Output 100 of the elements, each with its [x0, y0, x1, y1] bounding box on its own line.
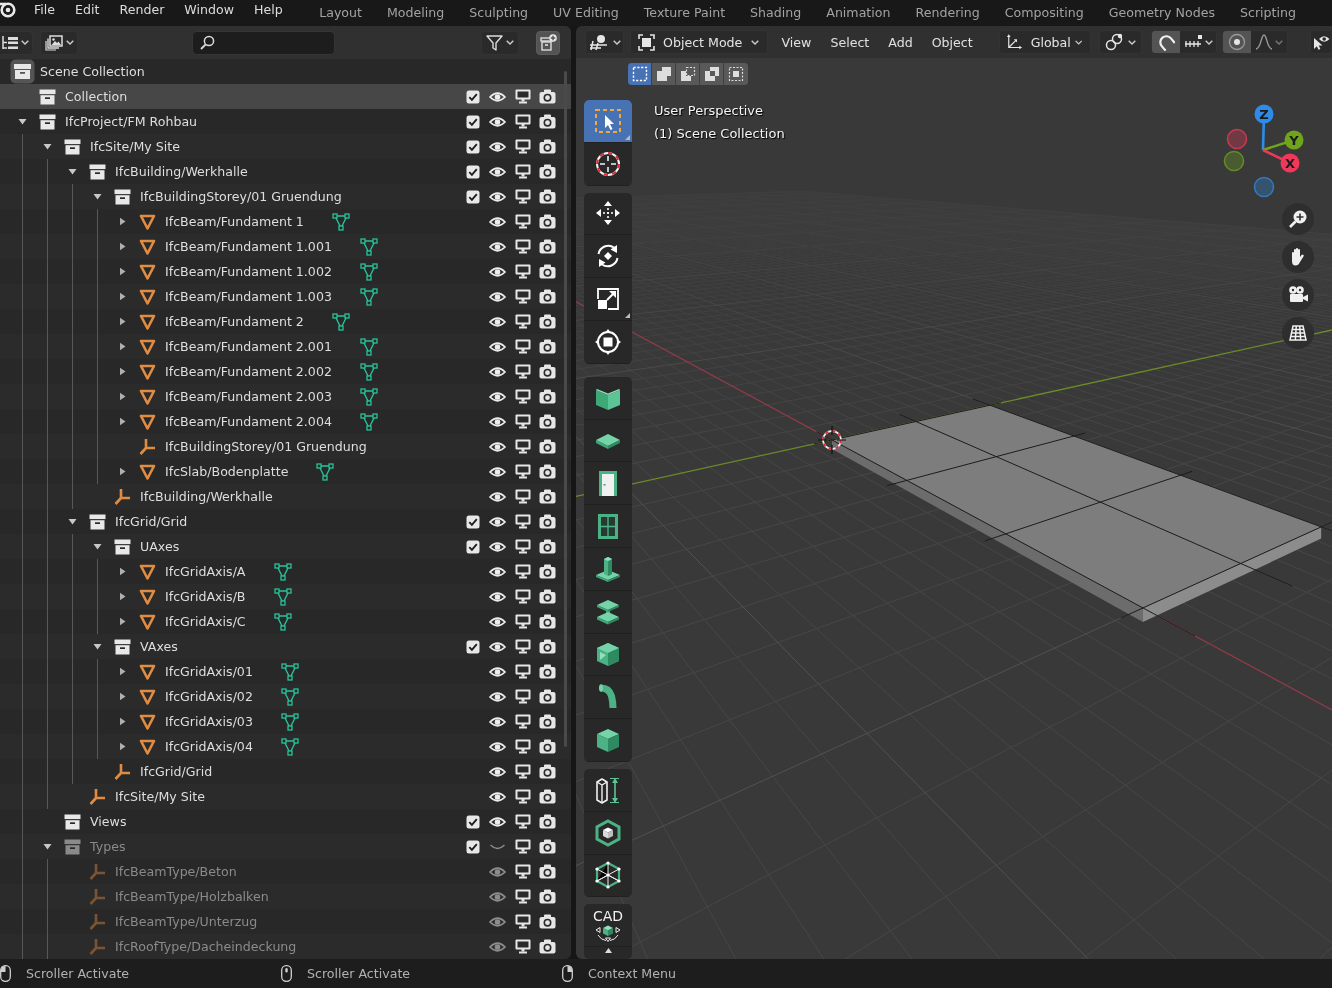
camera-icon[interactable] [539, 439, 556, 454]
menu-item[interactable]: Render [109, 0, 175, 18]
selection-mode-button[interactable] [652, 63, 676, 85]
monitor-icon[interactable] [514, 539, 531, 554]
exclude-checkbox[interactable] [465, 89, 480, 104]
disclosure-triangle-icon[interactable] [118, 467, 127, 476]
monitor-icon[interactable] [514, 564, 531, 579]
monitor-icon[interactable] [514, 914, 531, 929]
camera-icon[interactable] [539, 539, 556, 554]
proportional-edit-toggle[interactable] [1223, 31, 1252, 53]
filter-dropdown[interactable] [481, 30, 519, 55]
mesh-data-icon[interactable] [273, 562, 292, 581]
mesh-data-icon[interactable] [316, 462, 335, 481]
grid-axis-line[interactable] [1120, 521, 1332, 619]
camera-icon[interactable] [539, 314, 556, 329]
mesh-data-icon[interactable] [280, 737, 299, 756]
monitor-icon[interactable] [514, 464, 531, 479]
camera-icon[interactable] [539, 214, 556, 229]
exclude-checkbox[interactable] [465, 514, 480, 529]
disclosure-triangle-icon[interactable] [118, 292, 127, 301]
mesh-data-icon[interactable] [359, 362, 378, 381]
menu-item[interactable]: View [772, 30, 821, 54]
editor-type-dropdown[interactable] [585, 30, 624, 54]
menu-item[interactable]: Edit [65, 0, 110, 18]
camera-icon[interactable] [539, 189, 556, 204]
mesh-data-icon[interactable] [359, 412, 378, 431]
camera-icon[interactable] [539, 514, 556, 529]
monitor-icon[interactable] [514, 414, 531, 429]
workspace-tab[interactable]: UV Editing [540, 0, 632, 24]
disclosure-triangle-icon[interactable] [43, 142, 52, 151]
selection-mode-button[interactable] [676, 63, 700, 85]
monitor-icon[interactable] [514, 789, 531, 804]
grid-axis-line[interactable] [886, 432, 1086, 487]
disclosure-triangle-icon[interactable] [118, 242, 127, 251]
selection-mode-button[interactable] [628, 63, 652, 85]
monitor-icon[interactable] [514, 439, 531, 454]
camera-icon[interactable] [539, 589, 556, 604]
monitor-icon[interactable] [514, 339, 531, 354]
workspace-tab[interactable]: Modeling [374, 0, 457, 24]
camera-icon[interactable] [539, 614, 556, 629]
mesh-data-icon[interactable] [273, 587, 292, 606]
monitor-icon[interactable] [514, 764, 531, 779]
camera-icon[interactable] [539, 714, 556, 729]
camera-icon[interactable] [539, 639, 556, 654]
monitor-icon[interactable] [514, 864, 531, 879]
menu-item[interactable]: Help [243, 0, 293, 18]
cad-tool[interactable]: CAD [584, 904, 632, 948]
mesh-data-icon[interactable] [359, 287, 378, 306]
monitor-icon[interactable] [514, 164, 531, 179]
monitor-icon[interactable] [514, 139, 531, 154]
disclosure-triangle-icon[interactable] [118, 392, 127, 401]
camera-icon[interactable] [539, 239, 556, 254]
monitor-icon[interactable] [514, 189, 531, 204]
camera-icon[interactable] [539, 339, 556, 354]
exclude-checkbox[interactable] [465, 539, 480, 554]
grid-axis-line[interactable] [813, 402, 1002, 445]
orientation-dropdown[interactable]: Global [999, 30, 1092, 54]
mesh-data-icon[interactable] [359, 262, 378, 281]
viewport-canvas[interactable]: User Perspective (1) Scene Collection CAD Z Y X [576, 58, 1332, 959]
mesh-data-icon[interactable] [331, 312, 350, 331]
negative-axis-handle[interactable] [1226, 128, 1248, 150]
negative-axis-handle[interactable] [1223, 150, 1245, 172]
mesh-data-icon[interactable] [359, 337, 378, 356]
camera-icon[interactable] [539, 889, 556, 904]
exclude-checkbox[interactable] [465, 164, 480, 179]
camera-icon[interactable] [539, 114, 556, 129]
scrollbar-thumb[interactable] [564, 71, 567, 747]
monitor-icon[interactable] [514, 939, 531, 954]
camera-icon[interactable] [539, 464, 556, 479]
monitor-icon[interactable] [514, 289, 531, 304]
workspace-tab[interactable]: Shading [737, 0, 814, 24]
menu-item[interactable]: Add [878, 30, 923, 54]
monitor-icon[interactable] [514, 639, 531, 654]
monitor-icon[interactable] [514, 714, 531, 729]
monitor-icon[interactable] [514, 889, 531, 904]
monitor-icon[interactable] [514, 514, 531, 529]
workspace-tab[interactable]: Texture Paint [631, 0, 738, 24]
axis-handle[interactable]: X [1262, 148, 1300, 173]
monitor-icon[interactable] [514, 114, 531, 129]
monitor-icon[interactable] [514, 739, 531, 754]
axis-handle[interactable]: Y [1262, 130, 1304, 152]
view-layer-dropdown[interactable] [40, 30, 78, 55]
workspace-tab[interactable]: Layout [306, 0, 375, 24]
exclude-checkbox[interactable] [465, 639, 480, 654]
camera-icon[interactable] [539, 89, 556, 104]
perspective-toggle-button[interactable] [1282, 317, 1314, 349]
disclosure-triangle-icon[interactable] [118, 217, 127, 226]
camera-icon[interactable] [539, 914, 556, 929]
camera-icon[interactable] [539, 139, 556, 154]
monitor-icon[interactable] [514, 389, 531, 404]
camera-icon[interactable] [539, 839, 556, 854]
disclosure-triangle-icon[interactable] [118, 367, 127, 376]
menu-item[interactable]: Object [922, 30, 983, 54]
camera-icon[interactable] [539, 164, 556, 179]
exclude-checkbox[interactable] [465, 139, 480, 154]
mesh-data-icon[interactable] [280, 687, 299, 706]
3d-cursor-icon[interactable] [817, 425, 847, 455]
monitor-icon[interactable] [514, 664, 531, 679]
grid-axis-line[interactable] [972, 398, 1332, 532]
mode-dropdown[interactable]: Object Mode [630, 30, 768, 54]
